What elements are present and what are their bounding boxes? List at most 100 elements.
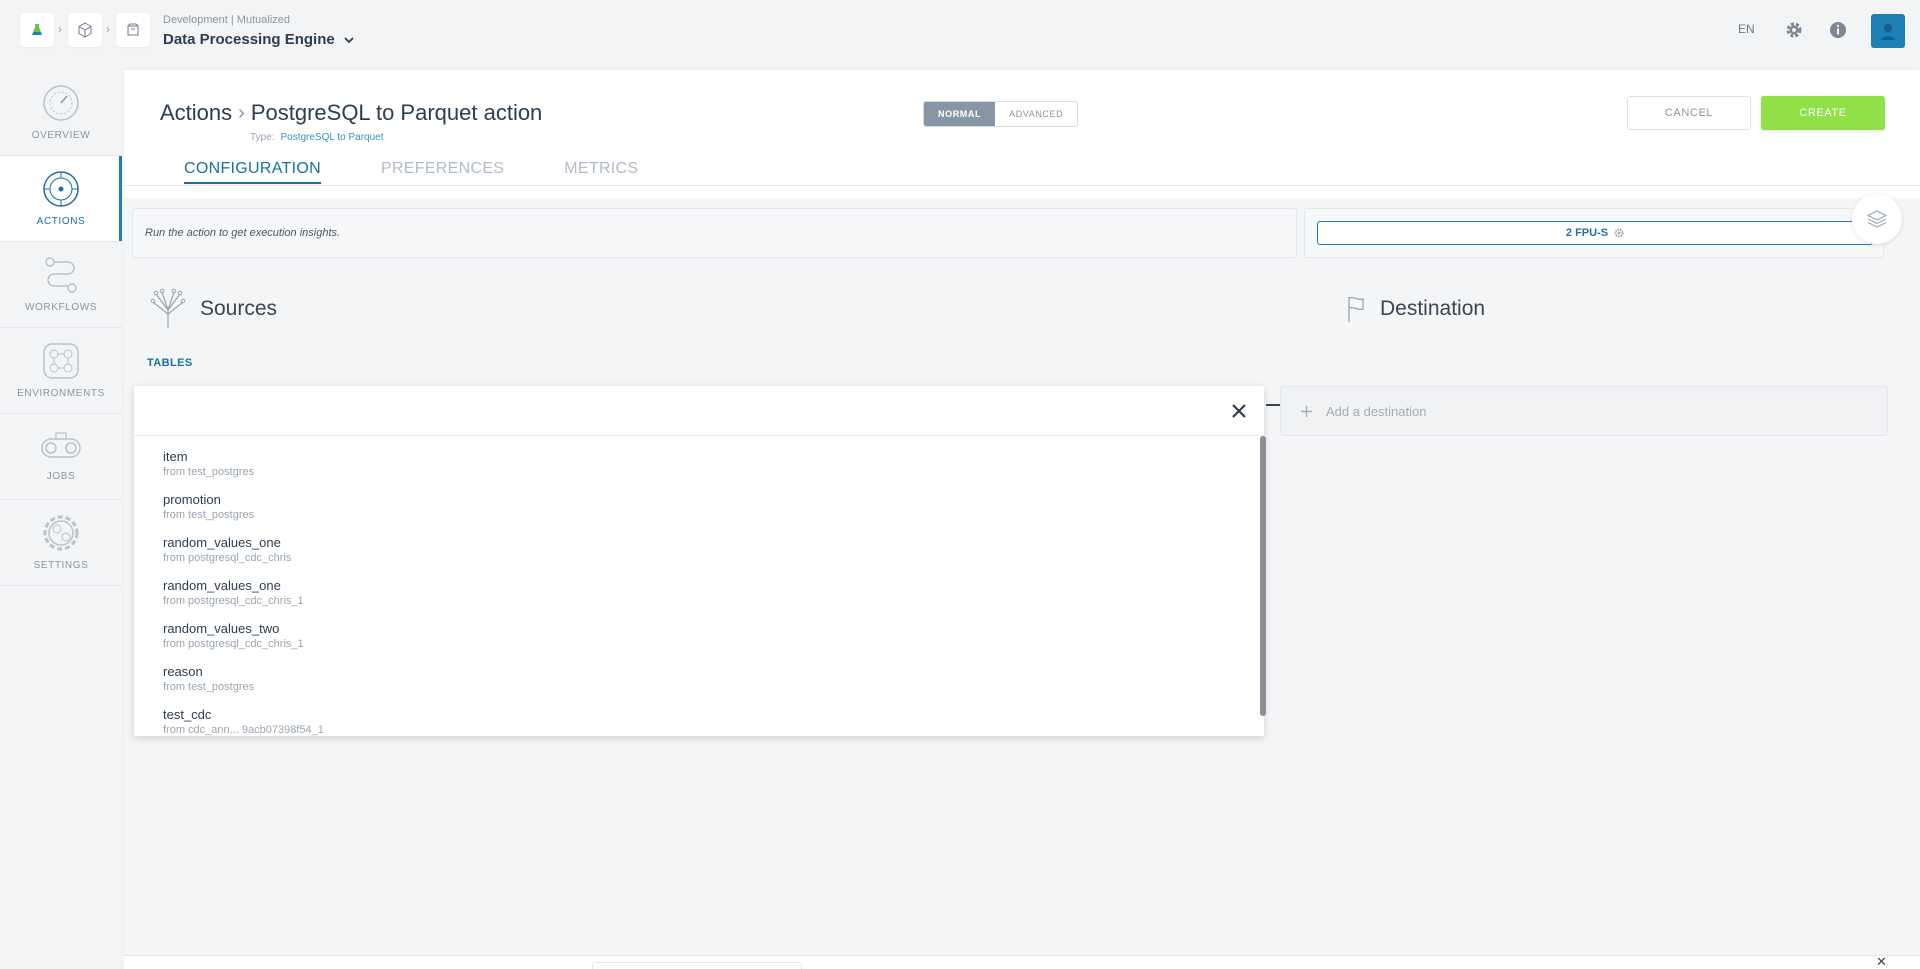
chevron-down-icon [344,36,354,43]
workflow-icon [45,257,77,293]
mode-normal-button[interactable]: NORMAL [924,102,996,126]
crumb-separator: › [106,22,110,36]
tabs-divider [124,185,1920,186]
sources-heading: Sources [150,284,277,334]
add-destination-label: Add a destination [1326,403,1427,419]
table-name: promotion [163,492,221,507]
context-subtitle: Development | Mutualized [163,14,290,26]
top-bar: › › Development | Mutualized Data Proces… [0,0,1920,60]
context-title: Data Processing Engine [163,31,335,48]
list-item[interactable]: random_values_one from postgresql_cdc_ch… [134,566,1264,609]
create-button[interactable]: CREATE [1761,96,1885,130]
table-name: random_values_one [163,578,281,593]
table-search-input[interactable] [134,386,1264,436]
language-selector[interactable]: EN [1738,22,1755,36]
fpu-label: 2 FPU-S [1565,227,1609,239]
destination-title: Destination [1380,297,1486,320]
fpu-selector[interactable]: 2 FPU-S [1317,221,1873,245]
table-source: from test_postgres [163,466,255,478]
list-item[interactable]: reason from test_postgres [134,652,1264,695]
cancel-button[interactable]: CANCEL [1627,96,1751,130]
sidebar-item-label: JOBS [46,471,76,482]
sidebar-item-label: WORKFLOWS [24,302,98,313]
user-icon [1881,24,1895,40]
tables-label: TABLES [147,357,193,369]
crumb-separator: › [58,22,62,36]
list-item[interactable]: random_values_two from postgresql_cdc_ch… [134,609,1264,652]
sidebar-item-environments[interactable]: ENVIRONMENTS [0,328,122,414]
bottom-drawer: ✕ [124,955,1920,969]
info-icon [1830,22,1846,38]
context-selector[interactable]: Data Processing Engine [163,31,355,48]
flag-icon [1348,296,1364,322]
package-icon [127,23,139,36]
sources-tree-icon [150,288,186,328]
tab-bar: CONFIGURATION PREFERENCES METRICS [184,160,638,184]
bottom-drawer-field[interactable] [592,962,802,969]
network-icon [43,343,79,379]
breadcrumb-actions[interactable]: Actions [160,100,232,126]
gear-icon [1786,22,1802,38]
sidebar-item-label: SETTINGS [33,560,89,571]
execution-insights-banner: Run the action to get execution insights… [132,208,1297,258]
destination-heading: Destination [1346,284,1485,334]
cube-icon [78,22,92,38]
page-title: PostgreSQL to Parquet action [250,100,543,125]
tab-preferences[interactable]: PREFERENCES [381,160,504,184]
list-item[interactable]: random_values_one from postgresql_cdc_ch… [134,523,1264,566]
sidebar: OVERVIEW ACTIONS WORKFLOWS ENVIRONMENTS [0,70,122,586]
list-item[interactable]: item from test_postgres [134,437,1264,480]
table-source: from postgresql_cdc_chris [163,552,292,564]
close-icon [1232,404,1246,418]
layers-button[interactable] [1852,194,1902,244]
table-name: random_values_one [163,535,281,550]
sidebar-item-overview[interactable]: OVERVIEW [0,70,122,156]
insights-text: Run the action to get execution insights… [145,227,341,239]
table-source: from test_postgres [163,509,255,521]
table-source: from cdc_ann... 9acb07398f54_1 [163,724,324,736]
close-icon: ✕ [1876,954,1887,969]
main-panel: Actions › PostgreSQL to Parquet action T… [124,70,1920,955]
home-crumb[interactable] [20,13,54,47]
table-name: random_values_two [163,621,280,636]
settings-button[interactable] [1782,18,1806,42]
type-label: Type: [250,132,275,143]
source-destination-connector [1266,404,1280,406]
dropdown-scrollbar[interactable] [1260,436,1266,716]
table-source: from postgresql_cdc_chris_1 [163,595,304,607]
table-options-list: item from test_postgres promotion from t… [134,437,1264,736]
tab-configuration[interactable]: CONFIGURATION [184,160,321,184]
info-button[interactable] [1826,18,1850,42]
sidebar-item-label: ENVIRONMENTS [17,388,105,399]
configuration-area: Run the action to get execution insights… [124,194,1920,955]
tables-dropdown: item from test_postgres promotion from t… [134,386,1264,736]
tab-metrics[interactable]: METRICS [564,160,638,184]
mode-toggle: NORMAL ADVANCED [923,101,1079,127]
project-crumb[interactable] [116,13,150,47]
table-name: test_cdc [163,707,212,722]
fpu-container: 2 FPU-S [1304,208,1884,258]
sidebar-item-jobs[interactable]: JOBS [0,414,122,500]
organization-crumb[interactable] [68,13,102,47]
gear-icon [1614,228,1624,238]
table-source: from postgresql_cdc_chris_1 [163,638,304,650]
gauge-icon [43,85,79,121]
close-dropdown-button[interactable] [1226,398,1252,424]
sidebar-item-label: ACTIONS [36,216,86,227]
table-name: reason [163,664,203,679]
sidebar-item-settings[interactable]: SETTINGS [0,500,122,586]
add-destination-button[interactable]: Add a destination [1280,386,1888,436]
list-item[interactable]: test_cdc from cdc_ann... 9acb07398f54_1 [134,695,1264,736]
action-type: Type: PostgreSQL to Parquet [250,132,384,143]
list-item[interactable]: promotion from test_postgres [134,480,1264,523]
close-drawer-button[interactable]: ✕ [1876,954,1887,969]
breadcrumb: Actions › PostgreSQL to Parquet action [160,100,542,126]
conveyor-icon [41,432,81,458]
mode-advanced-button[interactable]: ADVANCED [995,102,1078,126]
user-avatar[interactable] [1871,14,1905,48]
sidebar-item-workflows[interactable]: WORKFLOWS [0,242,122,328]
sidebar-item-actions[interactable]: ACTIONS [0,156,122,242]
sources-title: Sources [200,297,278,320]
cog-icon [43,515,79,551]
layers-icon [1866,210,1888,228]
